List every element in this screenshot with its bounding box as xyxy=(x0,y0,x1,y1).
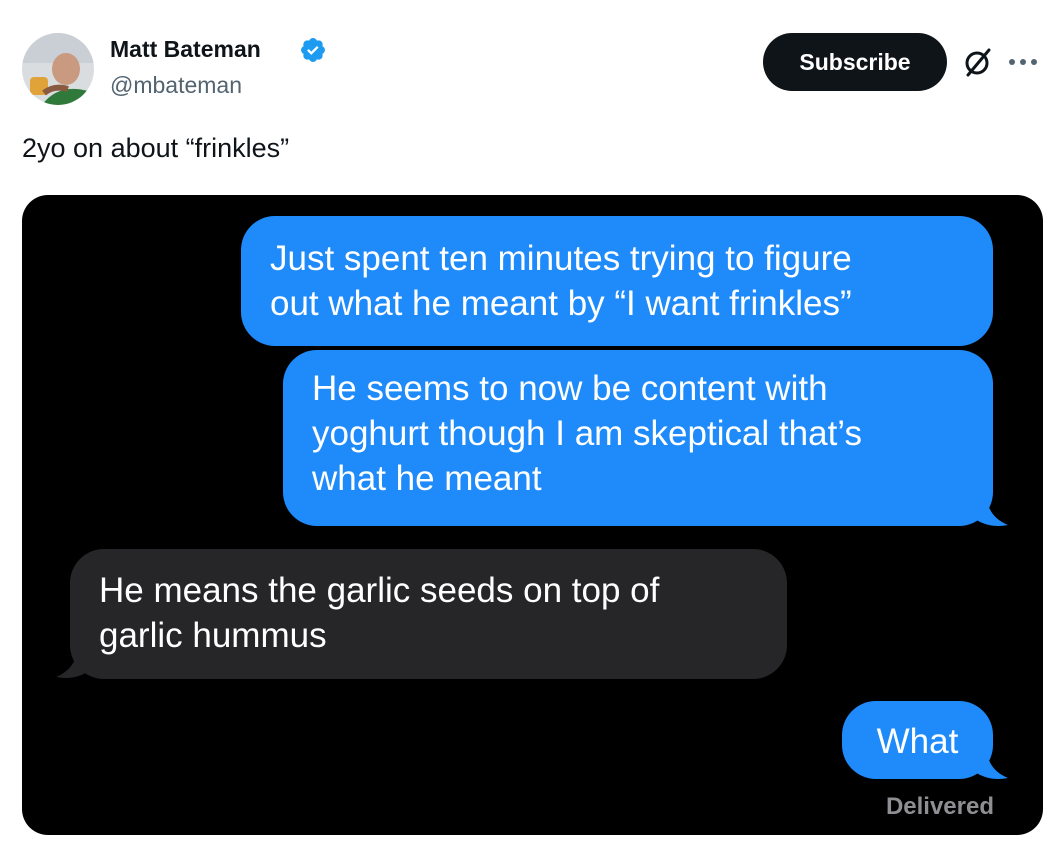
author-avatar[interactable] xyxy=(22,33,94,105)
message-bubble-outgoing: What xyxy=(842,701,993,779)
message-text: He means the garlic seeds on top of garl… xyxy=(99,571,660,655)
message-bubble-outgoing: He seems to now be content with yoghurt … xyxy=(283,350,993,526)
bubble-tail-outgoing xyxy=(972,495,1008,526)
message-text: He seems to now be content with yoghurt … xyxy=(312,369,862,498)
author-handle[interactable]: @mbateman xyxy=(110,72,242,99)
message-text: Just spent ten minutes trying to figure … xyxy=(270,239,852,323)
grok-icon[interactable] xyxy=(962,46,994,78)
tweet-media-screenshot[interactable]: Just spent ten minutes trying to figure … xyxy=(22,195,1043,835)
tweet-header: Matt Bateman @mbateman Subscribe xyxy=(0,0,1057,120)
author-display-name[interactable]: Matt Bateman xyxy=(110,36,261,63)
message-bubble-incoming: He means the garlic seeds on top of garl… xyxy=(70,549,787,679)
bubble-tail-incoming xyxy=(56,647,92,678)
delivered-status: Delivered xyxy=(885,793,994,820)
verified-badge-icon xyxy=(301,38,325,62)
subscribe-button[interactable]: Subscribe xyxy=(763,33,947,91)
tweet-text: 2yo on about “frinkles” xyxy=(22,133,290,163)
more-options-icon[interactable] xyxy=(1004,52,1042,72)
message-text: What xyxy=(876,722,959,761)
bubble-tail-outgoing xyxy=(972,748,1008,779)
message-bubble-outgoing: Just spent ten minutes trying to figure … xyxy=(241,216,993,346)
